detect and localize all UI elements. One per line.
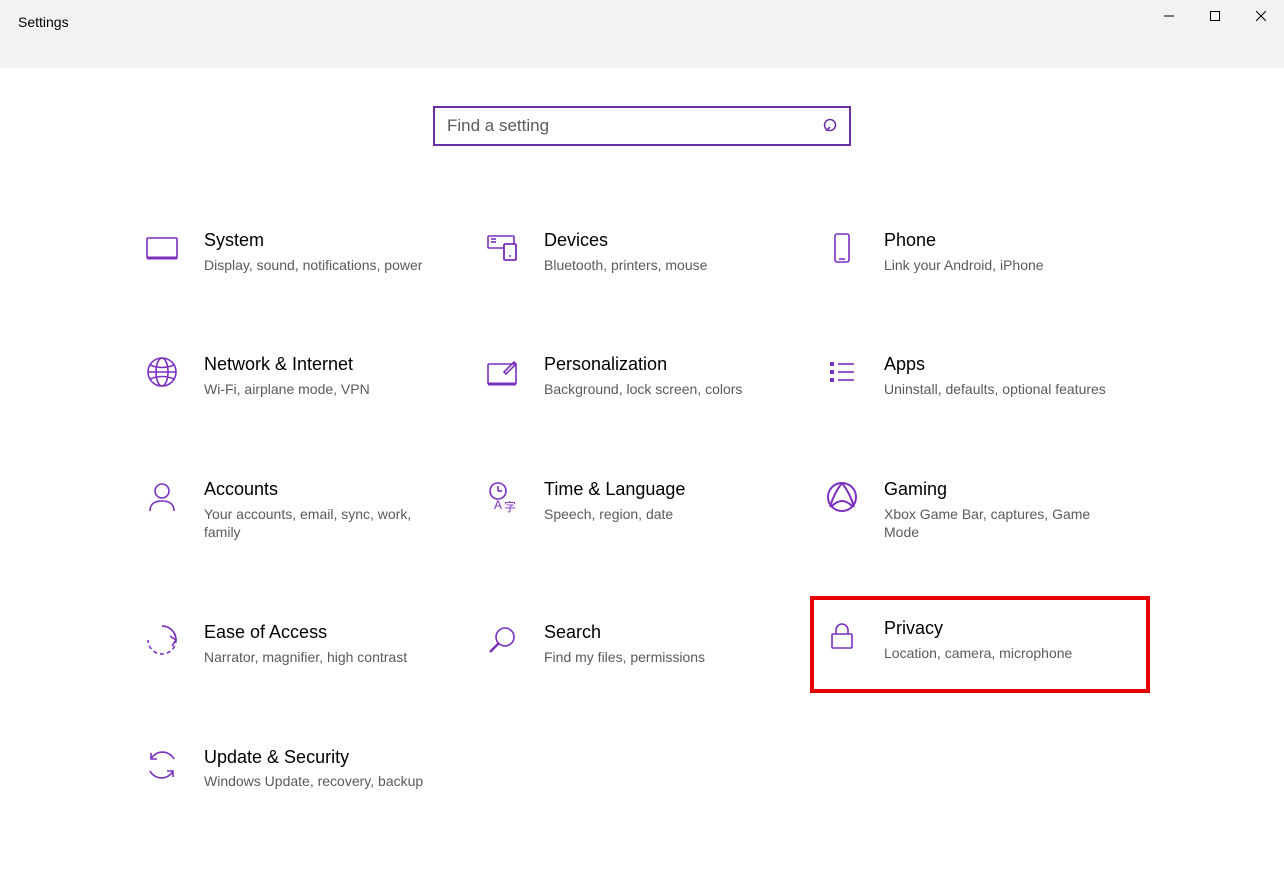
gaming-icon [822,479,862,519]
tile-time-language[interactable]: A字 Time & Language Speech, region, date [482,475,802,546]
tile-title: Ease of Access [204,622,432,644]
phone-icon [822,230,862,270]
tile-devices[interactable]: Devices Bluetooth, printers, mouse [482,226,802,278]
titlebar: Settings [0,0,1284,68]
settings-grid: System Display, sound, notifications, po… [142,226,1142,795]
tile-phone[interactable]: Phone Link your Android, iPhone [822,226,1142,278]
network-icon [142,354,182,394]
tile-apps[interactable]: Apps Uninstall, defaults, optional featu… [822,350,1142,402]
personalization-icon [482,354,522,394]
minimize-button[interactable] [1146,0,1192,32]
tile-desc: Wi-Fi, airplane mode, VPN [204,380,432,399]
tile-search[interactable]: Search Find my files, permissions [482,618,802,670]
tile-title: Time & Language [544,479,772,501]
tile-desc: Find my files, permissions [544,648,772,667]
time-language-icon: A字 [482,479,522,519]
svg-text:字: 字 [504,499,516,514]
tile-accounts[interactable]: Accounts Your accounts, email, sync, wor… [142,475,462,546]
tile-title: Gaming [884,479,1112,501]
window-controls [1146,0,1284,32]
search-tile-icon [482,622,522,662]
tile-title: Apps [884,354,1112,376]
window-title: Settings [0,0,87,44]
tile-desc: Xbox Game Bar, captures, Game Mode [884,505,1112,543]
tile-title: Personalization [544,354,772,376]
minimize-icon [1164,11,1174,21]
tile-desc: Bluetooth, printers, mouse [544,256,772,275]
search-box[interactable] [433,106,851,146]
maximize-icon [1210,11,1220,21]
maximize-button[interactable] [1192,0,1238,32]
svg-text:A: A [494,498,502,512]
tile-desc: Speech, region, date [544,505,772,524]
tile-desc: Link your Android, iPhone [884,256,1112,275]
tile-system[interactable]: System Display, sound, notifications, po… [142,226,462,278]
tile-privacy[interactable]: Privacy Location, camera, microphone [810,596,1150,692]
tile-desc: Narrator, magnifier, high contrast [204,648,432,667]
tile-title: Privacy [884,618,1112,640]
accounts-icon [142,479,182,519]
search-input[interactable] [447,116,823,136]
tile-title: Network & Internet [204,354,432,376]
tile-gaming[interactable]: Gaming Xbox Game Bar, captures, Game Mod… [822,475,1142,546]
search-icon [823,118,839,134]
tile-desc: Your accounts, email, sync, work, family [204,505,432,543]
devices-icon [482,230,522,270]
tile-desc: Uninstall, defaults, optional features [884,380,1112,399]
tile-title: Search [544,622,772,644]
system-icon [142,230,182,270]
apps-icon [822,354,862,394]
update-security-icon [142,747,182,787]
tile-update-security[interactable]: Update & Security Windows Update, recove… [142,743,462,795]
tile-ease-of-access[interactable]: Ease of Access Narrator, magnifier, high… [142,618,462,670]
tile-title: Devices [544,230,772,252]
privacy-icon [822,618,862,658]
tile-title: Update & Security [204,747,432,769]
content: System Display, sound, notifications, po… [0,68,1284,795]
close-button[interactable] [1238,0,1284,32]
tile-desc: Background, lock screen, colors [544,380,772,399]
tile-personalization[interactable]: Personalization Background, lock screen,… [482,350,802,402]
tile-title: System [204,230,432,252]
tile-desc: Location, camera, microphone [884,644,1112,663]
tile-title: Phone [884,230,1112,252]
tile-title: Accounts [204,479,432,501]
ease-of-access-icon [142,622,182,662]
tile-desc: Display, sound, notifications, power [204,256,432,275]
tile-network[interactable]: Network & Internet Wi-Fi, airplane mode,… [142,350,462,402]
tile-desc: Windows Update, recovery, backup [204,772,432,791]
close-icon [1256,11,1266,21]
